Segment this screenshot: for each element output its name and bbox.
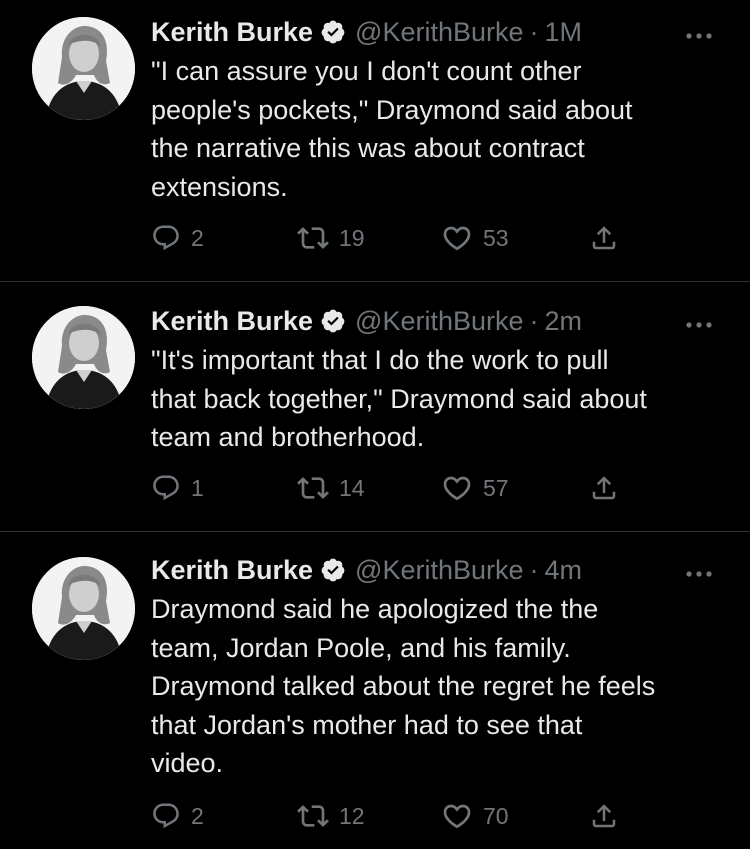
reply-count: 2 <box>191 224 204 251</box>
author-handle[interactable]: @KerithBurke <box>355 17 523 48</box>
reply-button[interactable]: 2 <box>151 222 204 254</box>
retweet-button[interactable]: 19 <box>297 222 365 254</box>
avatar[interactable] <box>32 306 135 409</box>
tweet-actions: 1 14 57 <box>151 472 631 504</box>
author-name[interactable]: Kerith Burke <box>151 306 313 337</box>
tweet[interactable]: Kerith Burke @KerithBurke · 1M "I can as… <box>0 0 750 282</box>
retweet-count: 14 <box>339 474 365 501</box>
share-button[interactable] <box>589 472 619 504</box>
verified-badge-icon <box>320 557 346 583</box>
tweet-text-line: people's pockets," Draymond said about <box>151 94 633 125</box>
like-button[interactable]: 53 <box>441 222 509 254</box>
tweet-text-line: that back together," Draymond said about <box>151 383 647 414</box>
tweet-text-line: video. <box>151 748 224 779</box>
like-count: 57 <box>483 474 509 501</box>
reply-icon <box>153 225 179 251</box>
more-dots-icon[interactable] <box>684 566 714 577</box>
avatar[interactable] <box>32 17 135 120</box>
tweet[interactable]: Kerith Burke @KerithBurke · 4m Draymond … <box>0 532 750 849</box>
tweet-text-line: extensions. <box>151 171 288 202</box>
share-button[interactable] <box>589 222 619 254</box>
reply-icon <box>153 803 179 829</box>
avatar[interactable] <box>32 557 135 660</box>
reply-button[interactable]: 2 <box>151 800 204 832</box>
like-button[interactable]: 57 <box>441 472 509 504</box>
tweet-text-line: that Jordan's mother had to see that <box>151 709 583 740</box>
like-count: 70 <box>483 802 509 829</box>
share-button[interactable] <box>589 800 619 832</box>
tweet-text-line: the narrative this was about contract <box>151 133 585 164</box>
separator-dot: · <box>529 16 539 47</box>
tweet-time[interactable]: 1M <box>545 17 583 48</box>
share-icon <box>592 804 616 828</box>
verified-badge-icon <box>320 308 346 334</box>
retweet-button[interactable]: 12 <box>297 800 365 832</box>
separator-dot: · <box>529 554 539 585</box>
tweet-text-line: team and brotherhood. <box>151 422 425 453</box>
share-icon <box>592 226 616 250</box>
retweet-icon <box>297 477 329 499</box>
more-dots-icon[interactable] <box>684 317 714 328</box>
more-dots-icon[interactable] <box>684 28 714 39</box>
tweet-header: Kerith Burke @KerithBurke · 1M <box>151 17 582 47</box>
tweet-text-line: "I can assure you I don't count other <box>151 56 582 86</box>
verified-badge-icon <box>320 19 346 45</box>
tweet-text: "It's important that I do the work to pu… <box>151 341 741 457</box>
author-handle[interactable]: @KerithBurke <box>355 555 523 586</box>
separator-dot: · <box>529 305 539 336</box>
tweet-text-line: "It's important that I do the work to pu… <box>151 345 609 375</box>
tweet-header: Kerith Burke @KerithBurke · 4m <box>151 555 582 585</box>
like-button[interactable]: 70 <box>441 800 509 832</box>
retweet-count: 19 <box>339 224 365 251</box>
tweet-text: "I can assure you I don't count other pe… <box>151 52 741 206</box>
reply-count: 1 <box>191 474 204 501</box>
share-icon <box>592 476 616 500</box>
heart-icon <box>443 804 471 829</box>
tweet-time[interactable]: 2m <box>545 306 583 337</box>
heart-icon <box>443 226 471 251</box>
retweet-icon <box>297 805 329 827</box>
tweet-text-line: team, Jordan Poole, and his family. <box>151 632 571 663</box>
author-name[interactable]: Kerith Burke <box>151 555 313 586</box>
tweet-header: Kerith Burke @KerithBurke · 2m <box>151 306 582 336</box>
tweet-actions: 2 12 70 <box>151 800 631 832</box>
tweet-actions: 2 19 53 <box>151 222 631 254</box>
reply-count: 2 <box>191 802 204 829</box>
heart-icon <box>443 476 471 501</box>
author-handle[interactable]: @KerithBurke <box>355 306 523 337</box>
retweet-button[interactable]: 14 <box>297 472 365 504</box>
author-name[interactable]: Kerith Burke <box>151 17 313 48</box>
reply-icon <box>153 475 179 501</box>
tweet-text-line: Draymond said he apologized the the <box>151 594 599 624</box>
tweet-time[interactable]: 4m <box>545 555 583 586</box>
reply-button[interactable]: 1 <box>151 472 204 504</box>
tweet[interactable]: Kerith Burke @KerithBurke · 2m "It's imp… <box>0 282 750 532</box>
retweet-icon <box>297 227 329 249</box>
retweet-count: 12 <box>339 802 365 829</box>
tweet-text-line: Draymond talked about the regret he feel… <box>151 671 656 702</box>
tweet-text: Draymond said he apologized the the team… <box>151 590 741 783</box>
like-count: 53 <box>483 224 509 251</box>
